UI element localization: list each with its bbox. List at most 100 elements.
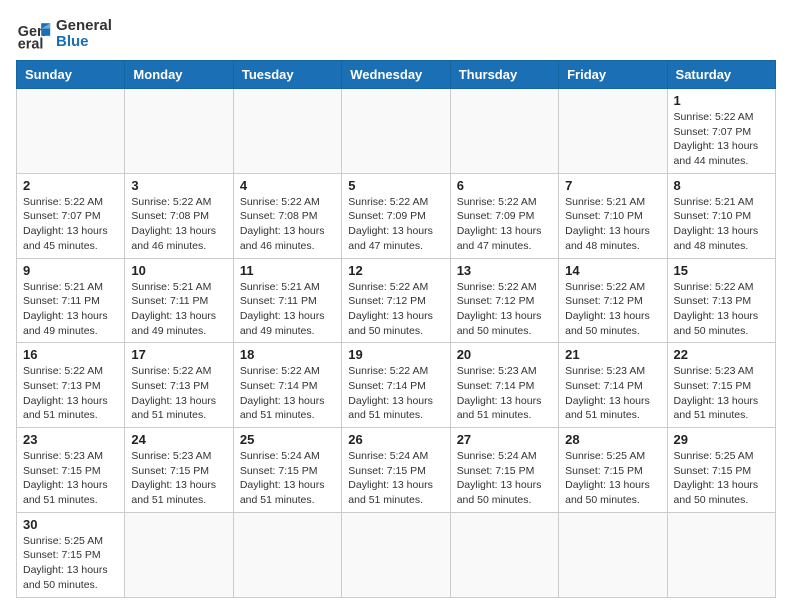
day-info: Sunrise: 5:24 AM Sunset: 7:15 PM Dayligh… [457,449,552,508]
day-info: Sunrise: 5:23 AM Sunset: 7:14 PM Dayligh… [457,364,552,423]
calendar-header-row: SundayMondayTuesdayWednesdayThursdayFrid… [17,61,776,89]
day-info: Sunrise: 5:21 AM Sunset: 7:10 PM Dayligh… [674,195,769,254]
day-number: 29 [674,432,769,447]
day-info: Sunrise: 5:22 AM Sunset: 7:09 PM Dayligh… [457,195,552,254]
column-header-saturday: Saturday [667,61,775,89]
calendar-cell: 18 Sunrise: 5:22 AM Sunset: 7:14 PM Dayli… [233,343,341,428]
calendar-week-5: 30 Sunrise: 5:25 AM Sunset: 7:15 PM Dayli… [17,512,776,597]
calendar-cell: 24 Sunrise: 5:23 AM Sunset: 7:15 PM Dayli… [125,428,233,513]
calendar-cell: 1 Sunrise: 5:22 AM Sunset: 7:07 PM Daylig… [667,89,775,174]
day-number: 21 [565,347,660,362]
calendar-cell [233,512,341,597]
calendar-cell: 23Sunrise: 5:23 AM Sunset: 7:15 PM Dayli… [17,428,125,513]
calendar-cell [17,89,125,174]
day-number: 9 [23,263,118,278]
day-info: Sunrise: 5:22 AM Sunset: 7:12 PM Dayligh… [348,280,443,339]
calendar-cell: 4 Sunrise: 5:22 AM Sunset: 7:08 PM Daylig… [233,173,341,258]
day-info: Sunrise: 5:24 AM Sunset: 7:15 PM Dayligh… [348,449,443,508]
day-number: 15 [674,263,769,278]
day-number: 24 [131,432,226,447]
logo-blue: Blue [56,34,112,51]
calendar-cell: 3 Sunrise: 5:22 AM Sunset: 7:08 PM Daylig… [125,173,233,258]
day-number: 3 [131,178,226,193]
calendar-cell: 5 Sunrise: 5:22 AM Sunset: 7:09 PM Daylig… [342,173,450,258]
day-info: Sunrise: 5:22 AM Sunset: 7:09 PM Dayligh… [348,195,443,254]
calendar-cell: 25 Sunrise: 5:24 AM Sunset: 7:15 PM Dayli… [233,428,341,513]
day-info: Sunrise: 5:25 AM Sunset: 7:15 PM Dayligh… [23,534,118,593]
calendar-week-2: 9 Sunrise: 5:21 AM Sunset: 7:11 PM Daylig… [17,258,776,343]
calendar-cell [559,89,667,174]
day-info: Sunrise: 5:22 AM Sunset: 7:12 PM Dayligh… [565,280,660,339]
day-info: Sunrise: 5:22 AM Sunset: 7:12 PM Dayligh… [457,280,552,339]
day-number: 6 [457,178,552,193]
column-header-wednesday: Wednesday [342,61,450,89]
calendar-week-3: 16 Sunrise: 5:22 AM Sunset: 7:13 PM Dayli… [17,343,776,428]
calendar-cell: 16 Sunrise: 5:22 AM Sunset: 7:13 PM Dayli… [17,343,125,428]
calendar-cell [342,89,450,174]
day-info: Sunrise: 5:24 AM Sunset: 7:15 PM Dayligh… [240,449,335,508]
calendar-week-0: 1 Sunrise: 5:22 AM Sunset: 7:07 PM Daylig… [17,89,776,174]
day-number: 5 [348,178,443,193]
day-info: Sunrise: 5:22 AM Sunset: 7:08 PM Dayligh… [131,195,226,254]
day-number: 8 [674,178,769,193]
day-number: 19 [348,347,443,362]
day-info: Sunrise: 5:22 AM Sunset: 7:07 PM Dayligh… [674,110,769,169]
calendar-cell: 10Sunrise: 5:21 AM Sunset: 7:11 PM Dayli… [125,258,233,343]
day-number: 17 [131,347,226,362]
day-number: 4 [240,178,335,193]
day-info: Sunrise: 5:21 AM Sunset: 7:11 PM Dayligh… [131,280,226,339]
calendar-cell: 15 Sunrise: 5:22 AM Sunset: 7:13 PM Dayli… [667,258,775,343]
calendar-cell: 17Sunrise: 5:22 AM Sunset: 7:13 PM Dayli… [125,343,233,428]
calendar-cell: 26 Sunrise: 5:24 AM Sunset: 7:15 PM Dayli… [342,428,450,513]
day-number: 25 [240,432,335,447]
day-number: 26 [348,432,443,447]
logo-general: General [56,18,112,35]
calendar-cell [233,89,341,174]
logo: Gen eral General Blue [16,16,112,52]
day-info: Sunrise: 5:22 AM Sunset: 7:07 PM Dayligh… [23,195,118,254]
day-number: 12 [348,263,443,278]
calendar-cell [450,512,558,597]
calendar-cell [342,512,450,597]
day-info: Sunrise: 5:21 AM Sunset: 7:10 PM Dayligh… [565,195,660,254]
calendar-cell: 9Sunrise: 5:21 AM Sunset: 7:11 PM Daylig… [17,258,125,343]
calendar-cell [559,512,667,597]
calendar-cell [450,89,558,174]
calendar-cell: 29 Sunrise: 5:25 AM Sunset: 7:15 PM Dayli… [667,428,775,513]
calendar-cell: 7 Sunrise: 5:21 AM Sunset: 7:10 PM Daylig… [559,173,667,258]
calendar-cell: 30 Sunrise: 5:25 AM Sunset: 7:15 PM Dayli… [17,512,125,597]
day-info: Sunrise: 5:22 AM Sunset: 7:13 PM Dayligh… [23,364,118,423]
day-number: 2 [23,178,118,193]
day-number: 18 [240,347,335,362]
day-number: 28 [565,432,660,447]
day-info: Sunrise: 5:23 AM Sunset: 7:15 PM Dayligh… [131,449,226,508]
day-number: 20 [457,347,552,362]
column-header-sunday: Sunday [17,61,125,89]
day-number: 16 [23,347,118,362]
calendar-week-4: 23Sunrise: 5:23 AM Sunset: 7:15 PM Dayli… [17,428,776,513]
calendar-cell: 14 Sunrise: 5:22 AM Sunset: 7:12 PM Dayli… [559,258,667,343]
column-header-tuesday: Tuesday [233,61,341,89]
day-number: 14 [565,263,660,278]
calendar-cell: 2 Sunrise: 5:22 AM Sunset: 7:07 PM Daylig… [17,173,125,258]
day-info: Sunrise: 5:22 AM Sunset: 7:13 PM Dayligh… [674,280,769,339]
calendar-cell: 8 Sunrise: 5:21 AM Sunset: 7:10 PM Daylig… [667,173,775,258]
calendar-cell: 27 Sunrise: 5:24 AM Sunset: 7:15 PM Dayli… [450,428,558,513]
day-number: 7 [565,178,660,193]
calendar-cell: 19 Sunrise: 5:22 AM Sunset: 7:14 PM Dayli… [342,343,450,428]
calendar-cell: 20 Sunrise: 5:23 AM Sunset: 7:14 PM Dayli… [450,343,558,428]
day-number: 22 [674,347,769,362]
column-header-thursday: Thursday [450,61,558,89]
calendar-cell: 21Sunrise: 5:23 AM Sunset: 7:14 PM Dayli… [559,343,667,428]
day-info: Sunrise: 5:21 AM Sunset: 7:11 PM Dayligh… [240,280,335,339]
day-info: Sunrise: 5:22 AM Sunset: 7:08 PM Dayligh… [240,195,335,254]
day-info: Sunrise: 5:22 AM Sunset: 7:14 PM Dayligh… [348,364,443,423]
day-info: Sunrise: 5:22 AM Sunset: 7:14 PM Dayligh… [240,364,335,423]
day-number: 11 [240,263,335,278]
day-number: 30 [23,517,118,532]
calendar-cell [125,89,233,174]
day-number: 1 [674,93,769,108]
day-info: Sunrise: 5:23 AM Sunset: 7:15 PM Dayligh… [674,364,769,423]
day-info: Sunrise: 5:25 AM Sunset: 7:15 PM Dayligh… [674,449,769,508]
day-number: 27 [457,432,552,447]
